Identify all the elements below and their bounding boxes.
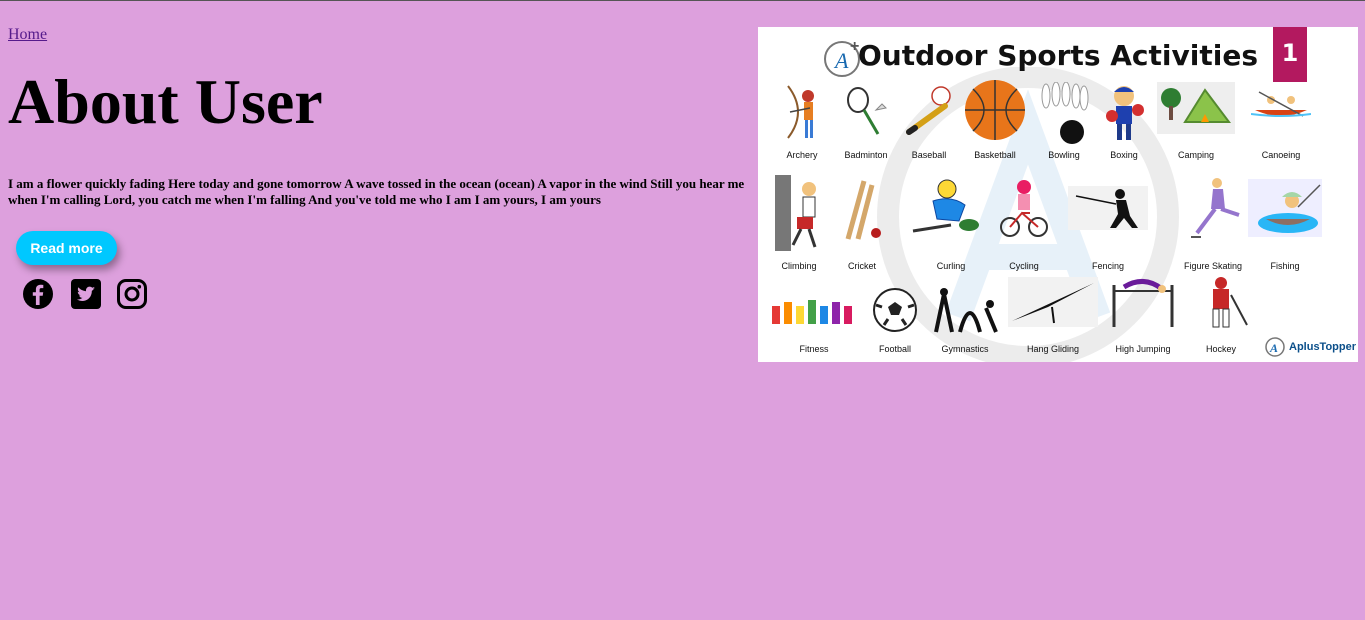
sport-badminton: Badminton <box>840 82 892 162</box>
cycling-icon <box>1000 180 1048 237</box>
sport-fishing: Fishing <box>1248 179 1322 271</box>
sport-baseball: Baseball <box>903 82 955 162</box>
poster-badge: 1 <box>1273 27 1307 82</box>
figure-skating-icon <box>1191 178 1240 238</box>
fitness-icon <box>772 300 852 324</box>
sport-bowling: Bowling <box>1036 81 1092 162</box>
sport-climbing: Climbing <box>774 175 824 271</box>
bowling-icon <box>1041 81 1089 144</box>
sport-boxing: Boxing <box>1098 82 1150 162</box>
sport-label: Basketball <box>974 150 1016 160</box>
sport-gymnastics: Gymnastics <box>930 284 1000 354</box>
sport-label: Fitness <box>799 344 829 354</box>
twitter-icon[interactable] <box>70 278 102 310</box>
facebook-icon[interactable] <box>22 278 54 310</box>
sport-fitness: Fitness <box>768 292 860 354</box>
sport-curling: Curling <box>906 175 996 271</box>
camping-icon <box>1157 82 1235 134</box>
sport-label: Cycling <box>1009 261 1039 271</box>
brand-logo-icon: A <box>1265 337 1285 357</box>
fencing-icon <box>1068 186 1148 230</box>
sport-label: Gymnastics <box>941 344 989 354</box>
sport-label: Baseball <box>911 150 947 160</box>
about-text: I am a flower quickly fading Here today … <box>8 176 745 207</box>
page-title: About User <box>8 66 323 137</box>
sport-label: Hang Gliding <box>1026 344 1080 354</box>
sport-figure-skating: Figure Skating <box>1168 175 1258 271</box>
gymnastics-icon <box>934 288 998 333</box>
curling-icon <box>912 179 979 233</box>
sport-label: Bowling <box>1048 150 1080 160</box>
sport-high-jumping: High Jumping <box>1102 277 1184 354</box>
sport-canoeing: Canoeing <box>1248 82 1314 162</box>
sport-fencing: Fencing <box>1068 182 1148 271</box>
sport-hockey: Hockey <box>1186 275 1256 354</box>
sport-football: Football <box>868 287 922 354</box>
canoeing-icon <box>1250 91 1312 117</box>
sport-label: Hockey <box>1205 344 1237 354</box>
climbing-icon <box>775 175 817 251</box>
sport-label: Boxing <box>1110 150 1138 160</box>
sport-label: High Jumping <box>1115 344 1171 354</box>
sport-archery: Archery <box>776 82 828 162</box>
cricket-icon <box>845 180 881 240</box>
home-link[interactable]: Home <box>8 26 47 44</box>
archery-icon <box>787 85 814 139</box>
fishing-icon <box>1248 179 1322 237</box>
instagram-icon[interactable] <box>116 278 148 310</box>
sport-label: Climbing <box>781 261 817 271</box>
baseball-icon <box>906 86 951 135</box>
sport-camping: Camping <box>1156 82 1236 162</box>
hang-gliding-icon <box>1008 277 1098 327</box>
sport-hang-gliding: Hang Gliding <box>1006 277 1100 354</box>
sport-label: Badminton <box>844 150 888 160</box>
sport-label: Canoeing <box>1261 150 1301 160</box>
read-more-button[interactable]: Read more <box>16 231 117 265</box>
brand-label: AplusTopper <box>1289 341 1357 353</box>
top-border <box>0 0 1365 1</box>
sport-label: Fencing <box>1091 261 1125 271</box>
sport-cycling: Cycling <box>998 177 1050 271</box>
sport-label: Cricket <box>847 261 877 271</box>
sports-poster-image: A + Outdoor Sports Activities 1 Archery … <box>758 27 1358 362</box>
svg-text:A: A <box>1269 341 1278 355</box>
football-icon <box>873 288 917 332</box>
sport-label: Archery <box>786 150 818 160</box>
badminton-icon <box>847 87 888 135</box>
basketball-icon <box>965 80 1025 140</box>
boxing-icon <box>1106 86 1144 140</box>
poster-title: Outdoor Sports Activities <box>858 39 1258 72</box>
sport-cricket: Cricket <box>836 177 888 271</box>
poster-brand: A AplusTopper <box>1264 335 1356 359</box>
sport-label: Camping <box>1177 150 1215 160</box>
sport-basketball: Basketball <box>963 79 1027 162</box>
hockey-icon <box>1212 277 1248 328</box>
sport-label: Figure Skating <box>1183 261 1243 271</box>
sport-label: Curling <box>936 261 966 271</box>
sport-label: Fishing <box>1270 261 1300 271</box>
high-jumping-icon <box>1112 279 1174 327</box>
sport-label: Football <box>878 344 912 354</box>
